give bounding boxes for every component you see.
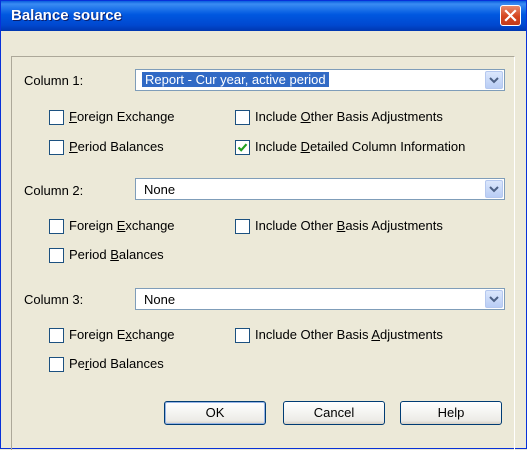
checkbox-label: Foreign Exchange <box>69 218 175 233</box>
checkbox-label: Include Other Basis Adjustments <box>255 327 443 342</box>
checkmark-icon <box>237 143 248 152</box>
chevron-down-icon <box>489 186 499 193</box>
ok-button[interactable]: OK <box>164 401 266 425</box>
dialog-title: Balance source <box>11 7 122 24</box>
checkbox-label: Period Balances <box>69 139 164 154</box>
column-3-label: Column 3: <box>24 292 84 307</box>
column-1-dropdown-button[interactable] <box>485 71 503 89</box>
checkbox-box <box>49 219 64 234</box>
column-2-value: None <box>144 182 176 197</box>
title-bar[interactable]: Balance source <box>1 1 526 31</box>
help-button[interactable]: Help <box>400 401 502 425</box>
checkbox-label: Include Detailed Column Information <box>255 139 466 154</box>
checkbox-label: Period Balances <box>69 247 164 262</box>
checkbox-box <box>49 110 64 125</box>
checkbox-box <box>235 328 250 343</box>
cancel-button[interactable]: Cancel <box>283 401 385 425</box>
checkbox-box <box>49 328 64 343</box>
close-button[interactable] <box>500 5 521 26</box>
checkbox-label: Period Balances <box>69 356 164 371</box>
column-3-select[interactable]: None <box>135 288 505 310</box>
chevron-down-icon <box>489 296 499 303</box>
chevron-down-icon <box>489 77 499 84</box>
column-2-label: Column 2: <box>24 183 84 198</box>
checkbox-box <box>235 140 250 155</box>
checkbox-label: Include Other Basis Adjustments <box>255 218 443 233</box>
column-2-select[interactable]: None <box>135 178 505 200</box>
column-3-value: None <box>144 292 176 307</box>
balance-source-dialog: Balance source Column 1: Report - Cur ye… <box>0 0 527 450</box>
checkbox-box <box>235 110 250 125</box>
checkbox-box <box>235 219 250 234</box>
checkbox-label: Include Other Basis Adjustments <box>255 109 443 124</box>
checkbox-box <box>49 248 64 263</box>
checkbox-label: Foreign Exchange <box>69 327 175 342</box>
column-2-dropdown-button[interactable] <box>485 180 503 198</box>
column-1-value: Report - Cur year, active period <box>142 72 329 87</box>
column-3-dropdown-button[interactable] <box>485 290 503 308</box>
checkbox-label: Foreign Exchange <box>69 109 175 124</box>
column-1-select[interactable]: Report - Cur year, active period <box>135 69 505 91</box>
checkbox-box <box>49 140 64 155</box>
checkbox-box <box>49 357 64 372</box>
column-1-label: Column 1: <box>24 73 84 88</box>
close-icon <box>504 9 517 22</box>
